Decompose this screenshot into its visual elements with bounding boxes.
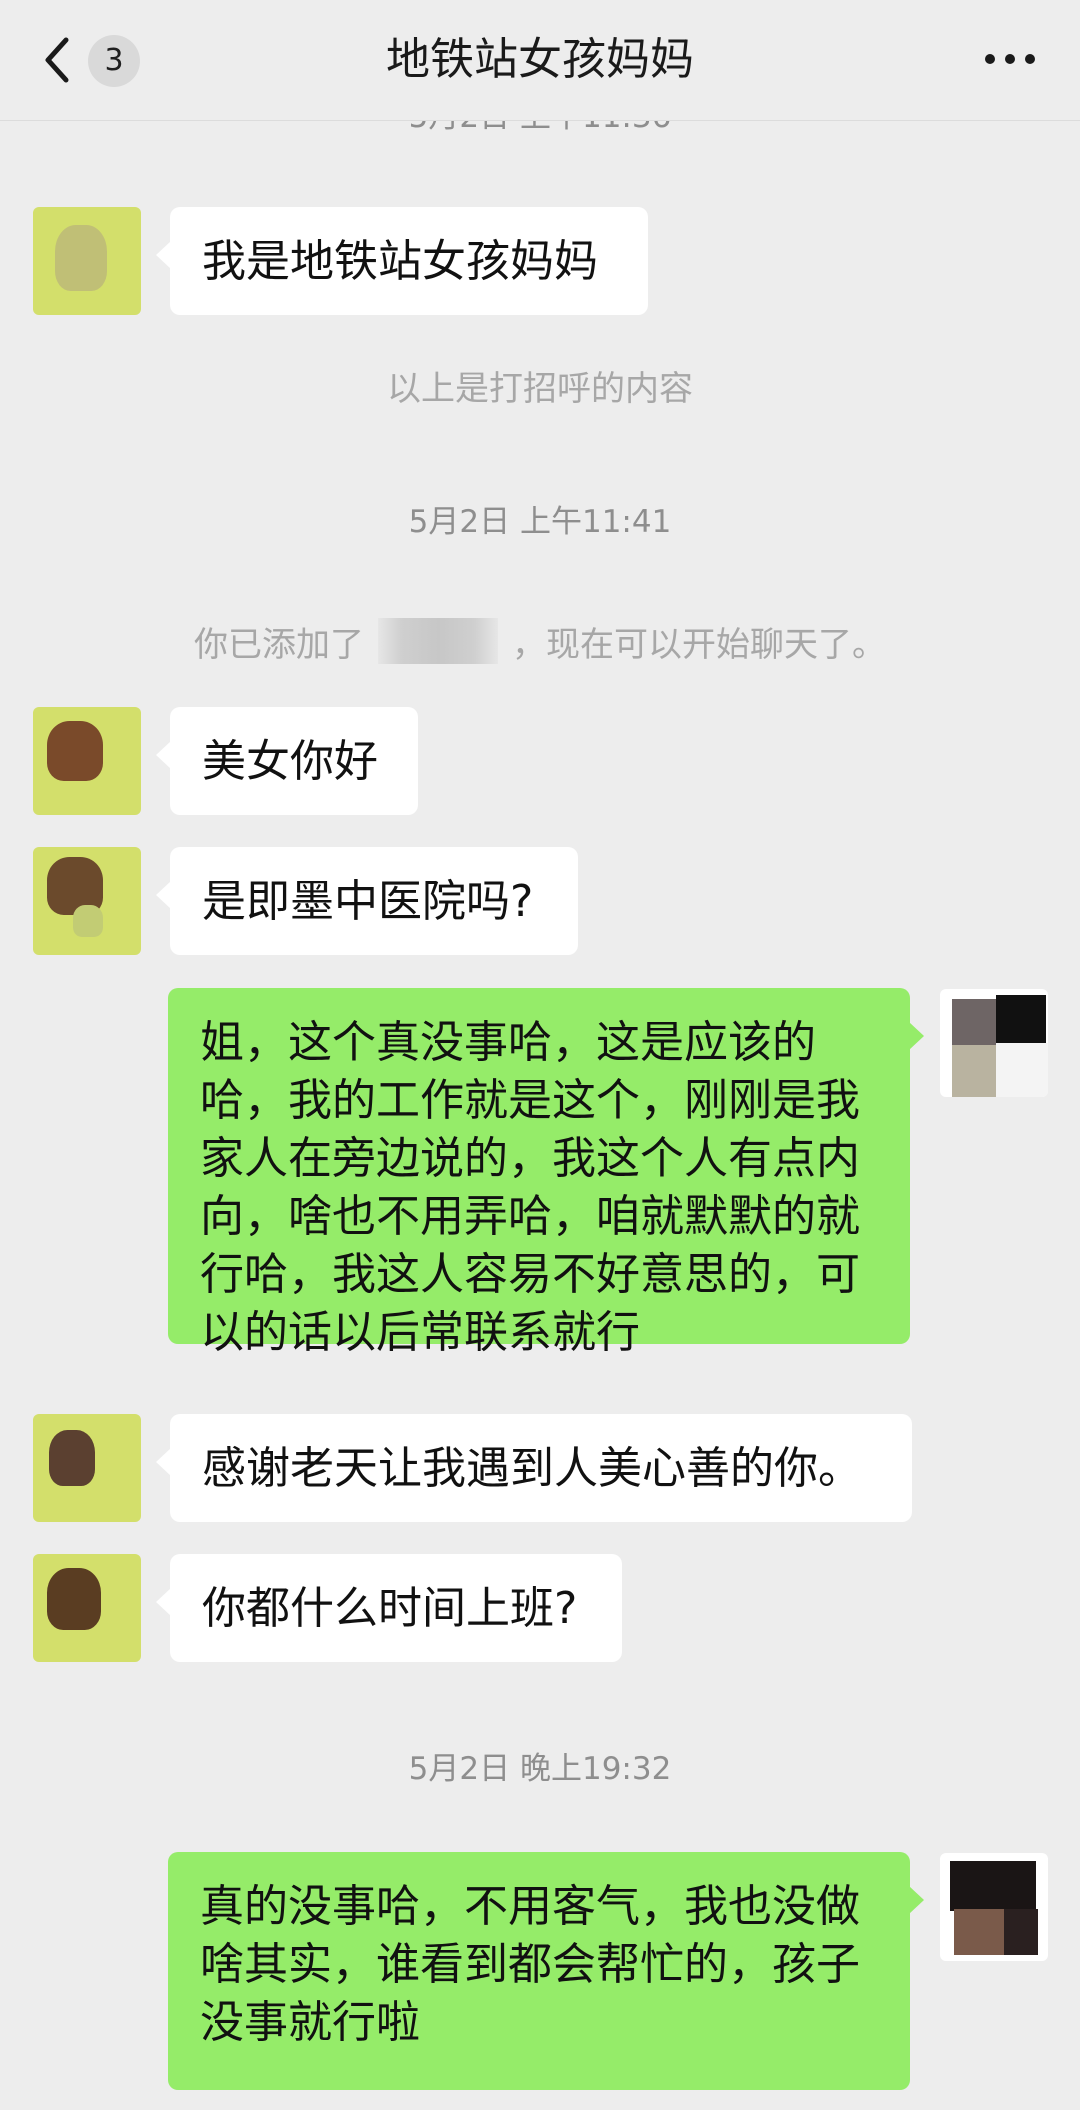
message-bubble-greeting[interactable]: 我是地铁站女孩妈妈 <box>156 207 648 315</box>
message-list[interactable]: 5月2日 上午11:36 我是地铁站女孩妈妈 以上是打招呼的内容 5月2日 上午… <box>0 121 1080 2110</box>
message-bubble-hospital[interactable]: 是即墨中医院吗? <box>156 847 578 955</box>
self-avatar[interactable] <box>940 1853 1048 1961</box>
self-avatar[interactable] <box>940 989 1048 1097</box>
message-bubble-reply-2[interactable]: 真的没事哈，不用客气，我也没做啥其实，谁看到都会帮忙的，孩子没事就行啦 <box>168 1852 924 2090</box>
timestamp-2: 5月2日 晚上19:32 <box>408 1751 672 1787</box>
system-note-greeting: 以上是打招呼的内容 <box>387 369 693 409</box>
message-bubble-schedule[interactable]: 你都什么时间上班? <box>156 1554 622 1662</box>
message-bubble-hello[interactable]: 美女你好 <box>156 707 418 815</box>
message-bubble-reply-1[interactable]: 姐，这个真没事哈，这是应该的哈，我的工作就是这个，刚刚是我家人在旁边说的，我这个… <box>168 988 924 1358</box>
more-dots-icon <box>985 54 1035 64</box>
back-button[interactable] <box>38 30 78 90</box>
contact-avatar[interactable] <box>33 207 141 315</box>
unread-count-badge[interactable]: 3 <box>88 35 140 87</box>
more-options-button[interactable] <box>980 44 1040 74</box>
contact-avatar[interactable] <box>33 1554 141 1662</box>
contact-avatar[interactable] <box>33 1414 141 1522</box>
contact-avatar[interactable] <box>33 847 141 955</box>
chevron-left-icon <box>45 37 69 83</box>
chat-header: 3 地铁站女孩妈妈 <box>0 0 1080 121</box>
message-bubble-thanks[interactable]: 感谢老天让我遇到人美心善的你。 <box>156 1414 912 1522</box>
system-note-added: 你已添加了 ，现在可以开始聊天了。 <box>0 617 1080 666</box>
contact-avatar[interactable] <box>33 707 141 815</box>
redacted-name <box>378 618 498 664</box>
system-added-prefix: 你已添加了 <box>194 625 364 665</box>
system-added-suffix: ，现在可以开始聊天了。 <box>512 625 886 665</box>
timestamp-partial: 5月2日 上午11:36 <box>0 121 1080 136</box>
chat-title: 地铁站女孩妈妈 <box>386 34 694 85</box>
timestamp-1: 5月2日 上午11:41 <box>408 504 672 540</box>
